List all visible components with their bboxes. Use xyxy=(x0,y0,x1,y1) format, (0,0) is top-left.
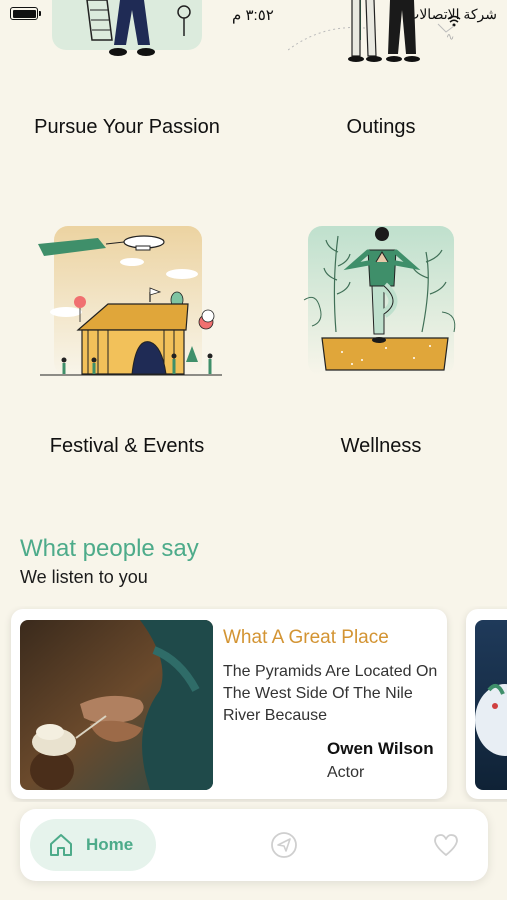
nav-home-button[interactable]: Home xyxy=(30,819,156,871)
circus-tent-illustration-icon xyxy=(38,226,222,376)
category-grid: Pursue Your Passion ∿ Outings Festival &… xyxy=(0,0,507,500)
testimonial-role: Actor xyxy=(327,764,365,781)
category-label: Pursue Your Passion xyxy=(34,116,220,138)
nav-home-label: Home xyxy=(86,835,134,854)
testimonial-photo xyxy=(20,620,213,790)
home-icon xyxy=(50,834,72,856)
category-label: Wellness xyxy=(340,435,422,457)
testimonials-title: What people say xyxy=(20,535,199,562)
testimonial-author: Owen Wilson xyxy=(327,739,434,758)
runner-illustration-icon xyxy=(52,0,202,56)
testimonial-card[interactable]: What A Great Place The Pyramids Are Loca… xyxy=(11,609,447,799)
testimonials-carousel[interactable]: What A Great Place The Pyramids Are Loca… xyxy=(0,606,507,802)
category-tile-outings[interactable]: ∿ Outings xyxy=(254,0,507,150)
bottom-nav: Home xyxy=(20,809,488,881)
category-tile-festival[interactable]: Festival & Events xyxy=(0,222,254,472)
testimonials-subtitle: We listen to you xyxy=(20,567,148,587)
heart-icon[interactable] xyxy=(432,831,460,859)
testimonial-title: What A Great Place xyxy=(223,627,389,648)
yoga-illustration-icon xyxy=(303,226,456,376)
category-tile-passion[interactable]: Pursue Your Passion xyxy=(0,0,254,150)
category-label: Festival & Events xyxy=(49,435,205,457)
testimonial-card-next[interactable] xyxy=(466,609,507,799)
testimonial-photo xyxy=(475,620,507,790)
svg-text:∿: ∿ xyxy=(446,32,454,43)
category-label: Outings xyxy=(346,116,416,138)
testimonial-text: The Pyramids Are Located On The West Sid… xyxy=(223,663,438,724)
picnic-illustration-icon: ∿ xyxy=(288,0,454,62)
category-tile-wellness[interactable]: Wellness xyxy=(254,222,507,472)
send-icon[interactable] xyxy=(270,831,298,859)
